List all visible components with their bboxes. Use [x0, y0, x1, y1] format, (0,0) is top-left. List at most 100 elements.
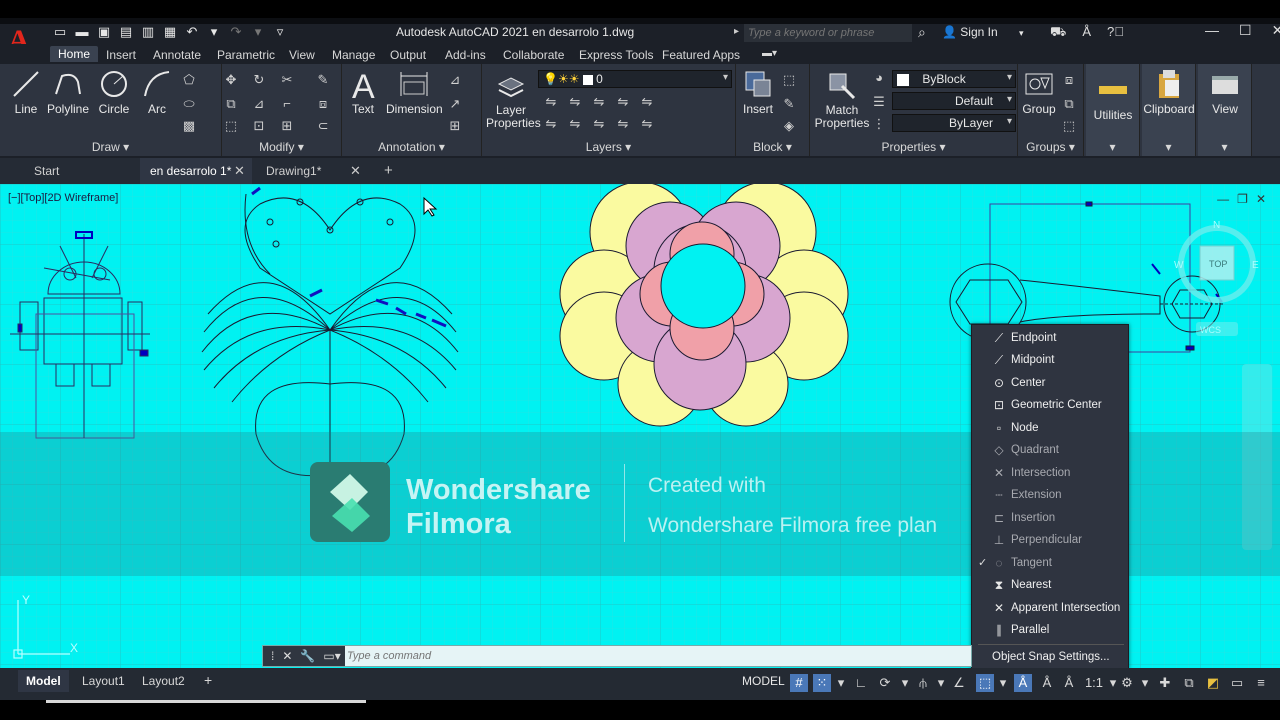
tab-parametric[interactable]: Parametric	[217, 48, 275, 62]
multileader-icon[interactable]: ↗	[446, 96, 464, 112]
new-tab-icon[interactable]: +	[384, 162, 393, 179]
osnap-tangent[interactable]: ✓ ◌ Tangent	[972, 552, 1130, 574]
lineweight-icon[interactable]: ☰	[870, 94, 888, 110]
search-expand-icon[interactable]: ▸	[734, 26, 739, 37]
tab-start[interactable]: Start	[24, 158, 69, 184]
edit-block-icon[interactable]: ✎	[780, 96, 798, 112]
viewport-controls[interactable]: [−][Top][2D Wireframe]	[8, 192, 118, 204]
layer-make-current-icon[interactable]: ⇋	[638, 94, 656, 110]
hatch-icon[interactable]: ▩	[180, 118, 198, 134]
tab-insert[interactable]: Insert	[106, 48, 136, 62]
ellipse-icon[interactable]: ⬭	[180, 96, 198, 112]
stretch-icon[interactable]: ⬚	[222, 118, 240, 134]
osnap-quadrant[interactable]: ◇ Quadrant	[972, 439, 1130, 461]
panel-title-groups[interactable]: Groups ▾	[1018, 140, 1083, 154]
clipboard-button[interactable]: Clipboard	[1142, 68, 1196, 116]
osnap-intersection[interactable]: ✕ Intersection	[972, 462, 1130, 484]
close-tab-icon[interactable]: ✕	[234, 163, 245, 179]
osnap-node[interactable]: ▫ Node	[972, 417, 1130, 439]
osnap-settings-item[interactable]: Object Snap Settings...	[992, 651, 1110, 663]
group-edit-icon[interactable]: ⧉	[1060, 96, 1078, 112]
osnap-extension[interactable]: ┄ Extension	[972, 484, 1130, 506]
osnap-insertion[interactable]: ⊏ Insertion	[972, 507, 1130, 529]
close-icon[interactable]: ✕	[1272, 22, 1280, 39]
layer-previous-icon[interactable]: ⇋	[566, 116, 584, 132]
workspace-gear-icon[interactable]: ⚙	[1118, 674, 1136, 692]
model-space-button[interactable]: MODEL	[742, 674, 785, 688]
chevron-down-icon[interactable]: ▾	[1198, 140, 1251, 154]
ortho-icon[interactable]: ∟	[852, 674, 870, 692]
customization-menu-icon[interactable]: ≡	[1252, 674, 1270, 692]
viewcube-e-label[interactable]: E	[1252, 260, 1259, 271]
color-dropdown[interactable]: ByBlock ▾	[892, 70, 1016, 88]
mirror-icon[interactable]: ⊿	[250, 96, 268, 112]
layer-unisolate-icon[interactable]: ⇋	[590, 116, 608, 132]
maximize-icon[interactable]: ☐	[1239, 22, 1252, 39]
clean-screen-icon[interactable]: ▭	[1228, 674, 1246, 692]
chevron-down-icon[interactable]: ▾	[932, 674, 950, 692]
viewport-restore-icon[interactable]: ❐	[1237, 192, 1248, 206]
annotation-monitor-icon[interactable]: ✚	[1156, 674, 1174, 692]
plot-icon[interactable]: ▦	[162, 24, 178, 40]
trim-icon[interactable]: ✂	[278, 72, 296, 88]
layer-dropdown[interactable]: 💡☀☀ 0 ▾	[538, 70, 732, 88]
tab-output[interactable]: Output	[390, 48, 426, 62]
leader-icon[interactable]: ⊿	[446, 72, 464, 88]
sign-in-button[interactable]: 👤 Sign In ▾	[942, 25, 1024, 39]
viewport-close-icon[interactable]: ✕	[1256, 192, 1266, 206]
ungroup-icon[interactable]: ⧈	[1060, 72, 1078, 88]
snap-icon[interactable]: ⁙	[813, 674, 831, 692]
polar-tracking-icon[interactable]: ⟳	[876, 674, 894, 692]
search-input[interactable]	[744, 24, 912, 42]
tab-home[interactable]: Home	[50, 46, 99, 62]
layer-lock-icon[interactable]: ⇋	[614, 94, 632, 110]
viewcube-n-label[interactable]: N	[1213, 220, 1220, 231]
osnap-apparent-intersection[interactable]: ✕ Apparent Intersection	[972, 597, 1130, 619]
undo-icon[interactable]: ↶	[184, 24, 200, 40]
panel-view[interactable]: View ▾	[1198, 64, 1252, 156]
osnap-midpoint[interactable]: ⟋ Midpoint	[972, 349, 1130, 371]
panel-clipboard[interactable]: Clipboard ▾	[1142, 64, 1196, 156]
viewcube-top-label[interactable]: TOP	[1209, 259, 1227, 269]
wcs-label[interactable]: WCS	[1200, 325, 1221, 335]
rectangle-icon[interactable]: ⬠	[180, 72, 198, 88]
osnap-endpoint[interactable]: ⟋ Endpoint	[972, 327, 1130, 349]
chevron-down-icon[interactable]: ▾	[896, 674, 914, 692]
lineweight-dropdown[interactable]: ByLayer ▾	[892, 114, 1016, 132]
osnap-parallel[interactable]: ∥ Parallel	[972, 619, 1130, 641]
minimize-icon[interactable]: —	[1205, 22, 1219, 39]
open-folder-icon[interactable]: ▬	[74, 24, 90, 40]
dimension-button[interactable]: Dimension	[386, 68, 443, 116]
polyline-button[interactable]: Polyline	[46, 68, 90, 116]
linetype-icon[interactable]: ⋮	[870, 116, 888, 132]
add-layout-icon[interactable]: +	[196, 668, 220, 692]
tab-annotate[interactable]: Annotate	[153, 48, 201, 62]
match-properties-button[interactable]: Match Properties	[814, 70, 870, 130]
object-snap-icon[interactable]: ⬚	[976, 674, 994, 692]
attribute-icon[interactable]: ◈	[780, 118, 798, 134]
hardware-acceleration-icon[interactable]: ◩	[1204, 674, 1222, 692]
viewcube-w-label[interactable]: W	[1174, 260, 1184, 271]
panel-title-modify[interactable]: Modify ▾	[222, 140, 341, 154]
group-select-icon[interactable]: ⬚	[1060, 118, 1078, 134]
layer-thaw-icon[interactable]: ⇋	[614, 116, 632, 132]
text-button[interactable]: A Text	[348, 68, 378, 116]
save-as-icon[interactable]: ▤	[118, 24, 134, 40]
redo-dropdown-icon[interactable]: ▾	[250, 24, 266, 40]
arc-button[interactable]: Arc	[140, 68, 174, 116]
utilities-button[interactable]: Utilities	[1088, 74, 1138, 122]
command-history-icon[interactable]: ▭▾	[323, 649, 340, 663]
osnap-geometric-center[interactable]: ⊡ Geometric Center	[972, 394, 1130, 416]
linetype-dropdown[interactable]: Default ▾	[892, 92, 1016, 110]
chevron-down-icon[interactable]: ▾	[1142, 140, 1195, 154]
cart-icon[interactable]: ⛟	[1050, 24, 1066, 42]
help-icon[interactable]: ?⃝	[1107, 24, 1124, 42]
customize-qat-icon[interactable]: ▿	[272, 24, 288, 40]
panel-title-annotation[interactable]: Annotation ▾	[342, 140, 481, 154]
osnap-perpendicular[interactable]: ⊥ Perpendicular	[972, 529, 1130, 551]
offset-icon[interactable]: ⊂	[314, 118, 332, 134]
panel-title-layers[interactable]: Layers ▾	[482, 140, 735, 154]
annotation-scale-icon[interactable]: Å	[1060, 674, 1078, 692]
osnap-center[interactable]: ⊙ Center	[972, 372, 1130, 394]
close-tab-icon[interactable]: ✕	[350, 163, 361, 179]
